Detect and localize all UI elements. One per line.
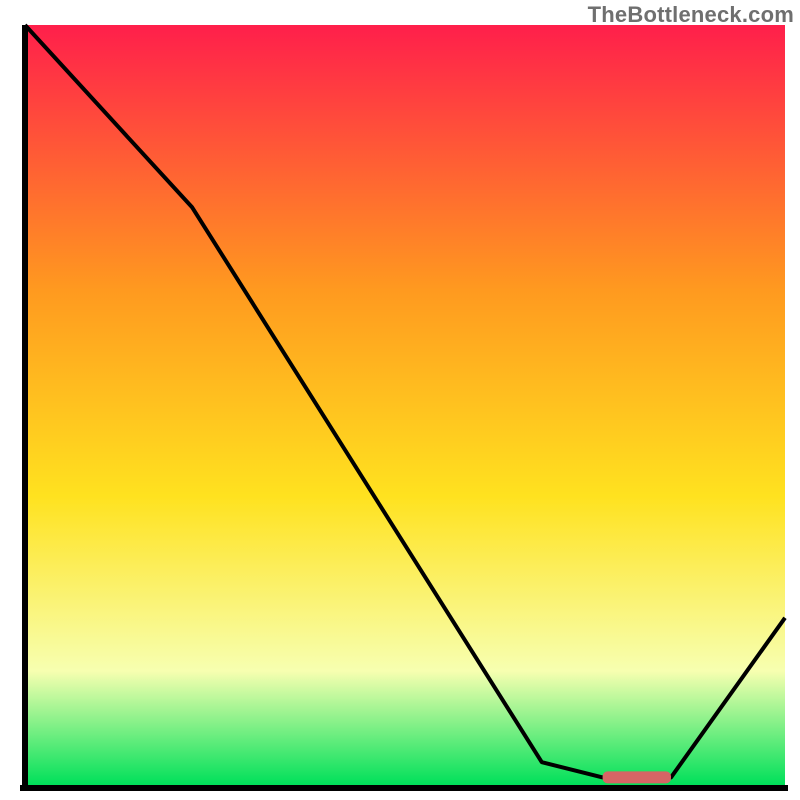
chart-container: TheBottleneck.com (0, 0, 800, 800)
plot-background (25, 25, 785, 785)
plot-area (20, 25, 788, 790)
bottleneck-chart (0, 0, 800, 800)
optimal-zone-marker (603, 771, 671, 783)
watermark-label: TheBottleneck.com (588, 2, 794, 28)
